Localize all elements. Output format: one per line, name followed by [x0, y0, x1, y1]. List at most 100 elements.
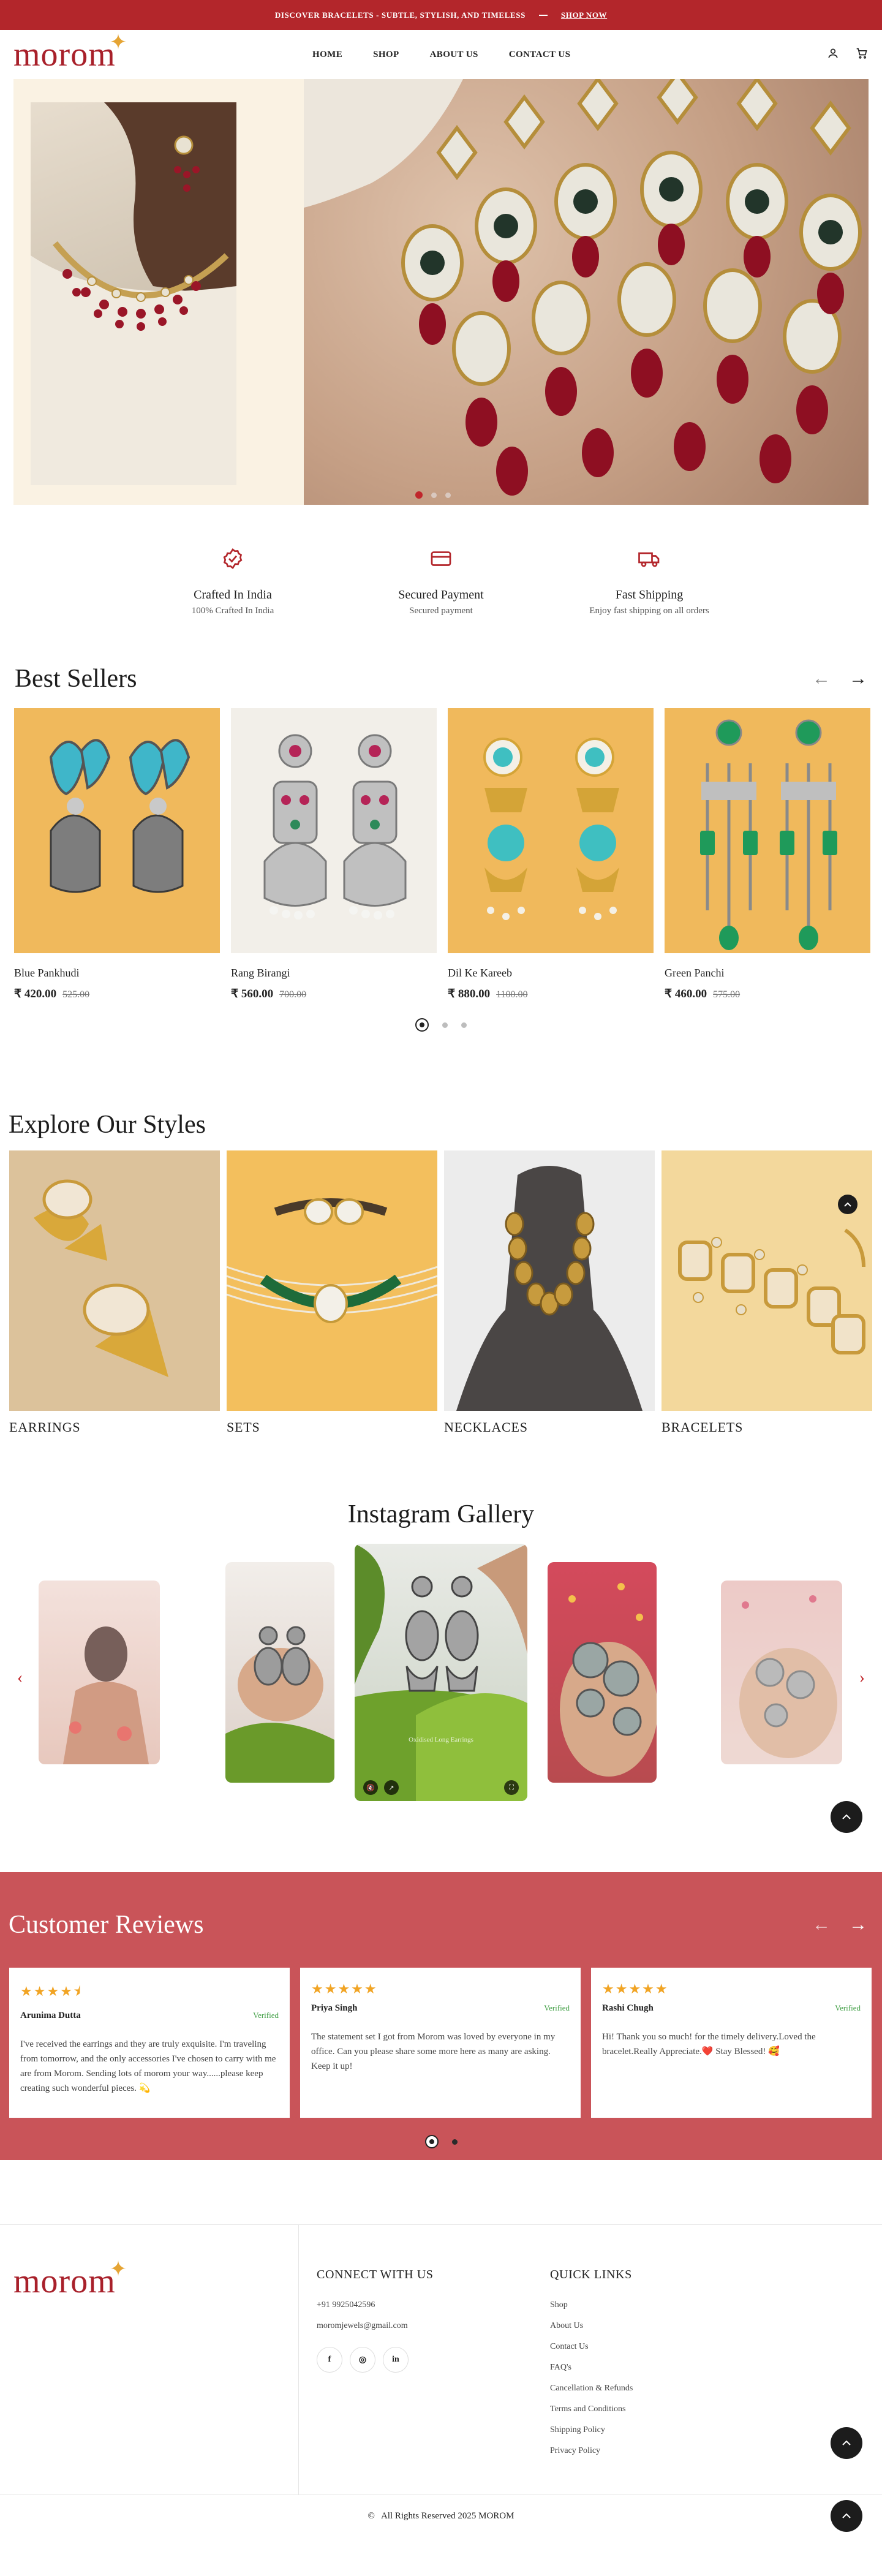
- review-text: The statement set I got from Morom was l…: [311, 2032, 556, 2071]
- page-dot-1[interactable]: [415, 1018, 429, 1032]
- instagram-gallery-section: Instagram Gallery ‹ Oxidised Long Earrin…: [0, 1500, 882, 1833]
- instagram-reel[interactable]: [39, 1581, 160, 1764]
- shop-now-link[interactable]: SHOP NOW: [561, 10, 607, 20]
- footer-link-contact[interactable]: Contact Us: [550, 2342, 633, 2352]
- scroll-up-button[interactable]: [831, 1801, 862, 1833]
- sale-price: ₹ 880.00: [448, 988, 491, 1000]
- logo-text: morom: [13, 2262, 116, 2300]
- footer-link-faq[interactable]: FAQ's: [550, 2363, 633, 2373]
- product-name[interactable]: Green Panchi: [665, 967, 870, 980]
- hero-dot-1[interactable]: [415, 491, 423, 499]
- customer-reviews-section: Customer Reviews ← → ★★★★⯨ Arunima Dutta…: [0, 1872, 882, 2160]
- chevron-left-icon[interactable]: ‹: [17, 1668, 23, 1688]
- nav-shop[interactable]: SHOP: [373, 50, 399, 60]
- arrow-right-icon[interactable]: →: [849, 668, 867, 689]
- style-card-earrings[interactable]: EARRINGS: [9, 1150, 220, 1435]
- style-label[interactable]: SETS: [227, 1419, 437, 1435]
- product-image[interactable]: [665, 708, 870, 953]
- style-card-bracelets[interactable]: BRACELETS: [662, 1150, 872, 1435]
- product-card[interactable]: Blue Pankhudi ₹ 420.00 525.00: [14, 708, 220, 1001]
- logo[interactable]: morom ✦: [13, 32, 127, 74]
- scroll-up-button[interactable]: [831, 2427, 862, 2459]
- review-arrows: ← →: [812, 1914, 867, 1935]
- product-name[interactable]: Blue Pankhudi: [14, 967, 220, 980]
- nav-home[interactable]: HOME: [312, 50, 342, 60]
- instagram-icon[interactable]: ◎: [350, 2347, 375, 2373]
- style-image[interactable]: [662, 1150, 872, 1411]
- review-dot-2[interactable]: [451, 2139, 458, 2145]
- facebook-icon[interactable]: f: [317, 2347, 342, 2373]
- product-card[interactable]: Green Panchi ₹ 460.00 575.00: [665, 708, 870, 1001]
- hero-dot-3[interactable]: [445, 492, 451, 498]
- best-sellers-pagination: [0, 1018, 882, 1032]
- section-title: Explore Our Styles: [9, 1111, 206, 1139]
- product-price: ₹ 560.00 700.00: [231, 987, 437, 1001]
- nav-contact-us[interactable]: CONTACT US: [509, 50, 571, 60]
- product-price: ₹ 420.00 525.00: [14, 987, 220, 1001]
- scroll-up-button[interactable]: [838, 1195, 858, 1214]
- instagram-reel[interactable]: [721, 1581, 842, 1764]
- style-card-necklaces[interactable]: NECKLACES: [444, 1150, 655, 1435]
- product-image[interactable]: [231, 708, 437, 953]
- email-link[interactable]: moromjewels@gmail.com: [317, 2321, 433, 2331]
- verified-badge: Verified: [544, 2003, 570, 2012]
- announcement-bar: DISCOVER BRACELETS - SUBTLE, STYLISH, AN…: [0, 0, 882, 30]
- style-card-sets[interactable]: SETS: [227, 1150, 437, 1435]
- review-text: I've received the earrings and they are …: [20, 2039, 276, 2093]
- feature-fast-shipping: Fast Shipping Enjoy fast shipping on all…: [545, 548, 753, 627]
- rating-stars: ★★★★⯨: [20, 1984, 82, 1999]
- page-dot-3[interactable]: [461, 1022, 467, 1028]
- footer-link-terms[interactable]: Terms and Conditions: [550, 2404, 633, 2414]
- instagram-reel[interactable]: [548, 1562, 657, 1783]
- carousel-arrows: ← →: [812, 668, 867, 689]
- connect-title: CONNECT WITH US: [317, 2268, 434, 2281]
- style-label[interactable]: BRACELETS: [662, 1419, 872, 1435]
- open-link-icon[interactable]: ↗: [384, 1780, 399, 1795]
- announcement-divider: [538, 14, 548, 16]
- page-dot-2[interactable]: [442, 1022, 448, 1028]
- product-image[interactable]: [448, 708, 654, 953]
- hero-dot-2[interactable]: [431, 492, 437, 498]
- style-image[interactable]: [9, 1150, 220, 1411]
- style-image[interactable]: [227, 1150, 437, 1411]
- phone-link[interactable]: +91 9925042596: [317, 2300, 433, 2310]
- arrow-left-icon[interactable]: ←: [812, 668, 831, 689]
- chevron-right-icon[interactable]: ›: [859, 1668, 865, 1688]
- review-carousel: ★★★★⯨ Arunima Dutta Verified I've receive…: [0, 1968, 882, 2118]
- cart-icon[interactable]: [855, 47, 869, 62]
- instagram-reel-active[interactable]: Oxidised Long Earrings 🔇 ↗ ⛶: [355, 1544, 527, 1801]
- nav-about-us[interactable]: ABOUT US: [430, 50, 478, 60]
- scroll-up-button[interactable]: [831, 2500, 862, 2532]
- arrow-left-icon[interactable]: ←: [812, 1914, 831, 1935]
- product-card[interactable]: Rang Birangi ₹ 560.00 700.00: [231, 708, 437, 1001]
- fullscreen-icon[interactable]: ⛶: [504, 1780, 519, 1795]
- footer-link-shop[interactable]: Shop: [550, 2300, 633, 2310]
- mute-icon[interactable]: 🔇: [363, 1780, 378, 1795]
- instagram-reel[interactable]: [225, 1562, 334, 1783]
- product-image[interactable]: [14, 708, 220, 953]
- linkedin-icon[interactable]: in: [383, 2347, 409, 2373]
- hero-banner[interactable]: [13, 79, 869, 505]
- footer-logo[interactable]: morom ✦: [13, 2259, 127, 2300]
- footer-link-cancellation[interactable]: Cancellation & Refunds: [550, 2384, 633, 2393]
- reviews-pagination: [0, 2135, 882, 2148]
- product-name[interactable]: Dil Ke Kareeb: [448, 967, 654, 980]
- style-image[interactable]: [444, 1150, 655, 1411]
- product-name[interactable]: Rang Birangi: [231, 967, 437, 980]
- product-card[interactable]: Dil Ke Kareeb ₹ 880.00 1100.00: [448, 708, 654, 1001]
- style-label[interactable]: EARRINGS: [9, 1419, 220, 1435]
- main-nav: HOME SHOP ABOUT US CONTACT US: [312, 50, 570, 60]
- original-price: 575.00: [713, 989, 741, 1000]
- explore-styles-section: Explore Our Styles EARRINGS SETS NECKLAC…: [0, 1110, 882, 1435]
- logo-text: morom: [13, 36, 116, 74]
- review-dot-1[interactable]: [424, 2135, 439, 2148]
- copyright-icon: ©: [368, 2511, 375, 2521]
- product-carousel: Blue Pankhudi ₹ 420.00 525.00 Rang Birang…: [0, 708, 882, 1001]
- style-label[interactable]: NECKLACES: [444, 1419, 655, 1435]
- footer-link-privacy[interactable]: Privacy Policy: [550, 2446, 633, 2456]
- footer-link-about[interactable]: About Us: [550, 2321, 633, 2331]
- rating-stars: ★★★★★: [311, 1981, 378, 1996]
- account-icon[interactable]: [827, 47, 839, 62]
- footer-link-shipping[interactable]: Shipping Policy: [550, 2425, 633, 2435]
- arrow-right-icon[interactable]: →: [849, 1914, 867, 1935]
